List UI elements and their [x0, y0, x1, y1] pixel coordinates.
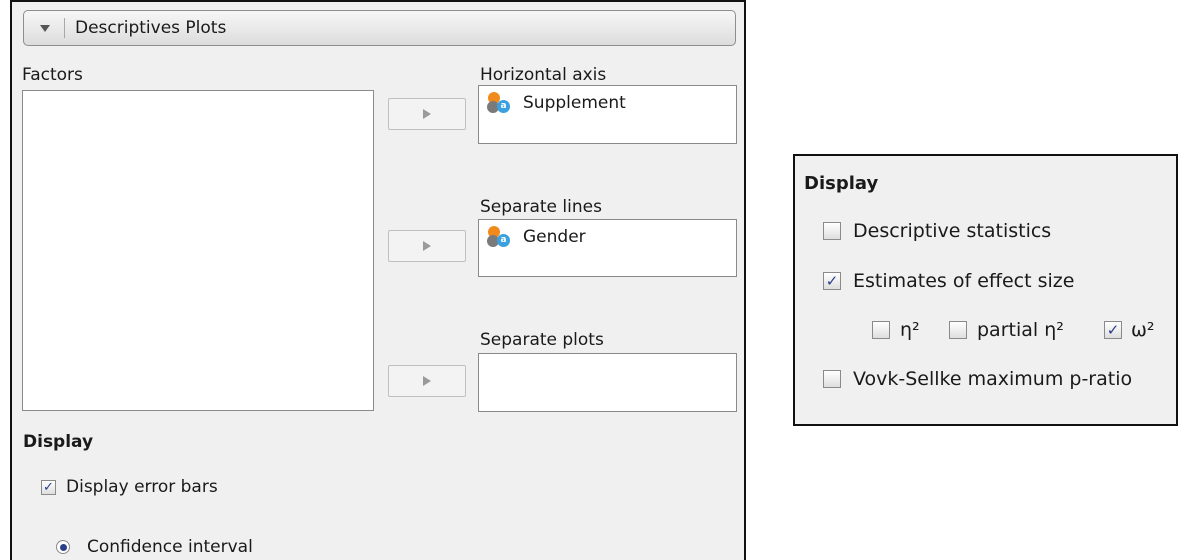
separate-plots-label: Separate plots — [480, 330, 604, 350]
display-error-bars-checkbox[interactable]: ✓ — [41, 479, 56, 495]
factors-label: Factors — [22, 65, 83, 85]
confidence-interval-radio[interactable] — [56, 540, 70, 554]
vovk-sellke-row[interactable]: Vovk-Sellke maximum p-ratio — [823, 368, 1132, 390]
section-title: Descriptives Plots — [75, 18, 227, 38]
chevron-down-icon — [40, 24, 50, 32]
move-to-horizontal-axis-button[interactable] — [388, 98, 466, 130]
play-arrow-icon — [423, 109, 431, 119]
estimates-effect-size-row[interactable]: ✓ Estimates of effect size — [823, 270, 1074, 292]
horizontal-axis-list[interactable]: a Supplement — [478, 85, 737, 144]
omega-squared-label: ω² — [1131, 319, 1155, 341]
display-error-bars-row[interactable]: ✓ Display error bars — [41, 477, 218, 497]
vovk-sellke-checkbox[interactable] — [823, 370, 841, 388]
partial-eta-squared-label: partial η² — [977, 319, 1064, 341]
play-arrow-icon — [423, 376, 431, 386]
descriptive-statistics-label: Descriptive statistics — [853, 220, 1052, 242]
vovk-sellke-label: Vovk-Sellke maximum p-ratio — [853, 368, 1133, 390]
move-to-separate-lines-button[interactable] — [388, 230, 466, 262]
separate-plots-list[interactable] — [478, 353, 737, 412]
partial-eta-squared-row[interactable]: partial η² — [949, 319, 1064, 341]
confidence-interval-label: Confidence interval — [87, 537, 253, 557]
estimates-effect-size-checkbox[interactable]: ✓ — [823, 272, 841, 290]
list-item-gender[interactable]: a Gender — [487, 226, 586, 248]
variable-name: Gender — [523, 227, 586, 247]
nominal-variable-icon: a — [487, 92, 515, 114]
separate-lines-list[interactable]: a Gender — [478, 219, 737, 277]
display-error-bars-label: Display error bars — [66, 477, 218, 497]
display-options-panel: Display Descriptive statistics ✓ Estimat… — [793, 154, 1178, 426]
separate-lines-label: Separate lines — [480, 197, 602, 217]
eta-squared-row[interactable]: η² — [872, 319, 920, 341]
eta-squared-checkbox[interactable] — [872, 321, 890, 339]
nominal-variable-icon: a — [487, 226, 515, 248]
descriptives-plots-section-header[interactable]: Descriptives Plots — [23, 10, 736, 46]
omega-squared-row[interactable]: ✓ ω² — [1104, 319, 1155, 341]
descriptives-plots-panel: Descriptives Plots Factors Horizontal ax… — [10, 0, 746, 560]
confidence-interval-row[interactable]: Confidence interval — [56, 537, 253, 557]
eta-squared-label: η² — [900, 319, 920, 341]
descriptive-statistics-checkbox[interactable] — [823, 222, 841, 240]
factors-list[interactable] — [22, 90, 374, 411]
play-arrow-icon — [423, 241, 431, 251]
list-item-supplement[interactable]: a Supplement — [487, 92, 626, 114]
descriptive-statistics-row[interactable]: Descriptive statistics — [823, 220, 1051, 242]
omega-squared-checkbox[interactable]: ✓ — [1104, 321, 1122, 339]
variable-name: Supplement — [523, 93, 626, 113]
estimates-effect-size-label: Estimates of effect size — [853, 270, 1075, 292]
display-heading: Display — [804, 173, 879, 194]
display-heading: Display — [23, 432, 94, 452]
header-separator — [64, 18, 65, 38]
horizontal-axis-label: Horizontal axis — [480, 65, 607, 85]
move-to-separate-plots-button[interactable] — [388, 365, 466, 397]
partial-eta-squared-checkbox[interactable] — [949, 321, 967, 339]
